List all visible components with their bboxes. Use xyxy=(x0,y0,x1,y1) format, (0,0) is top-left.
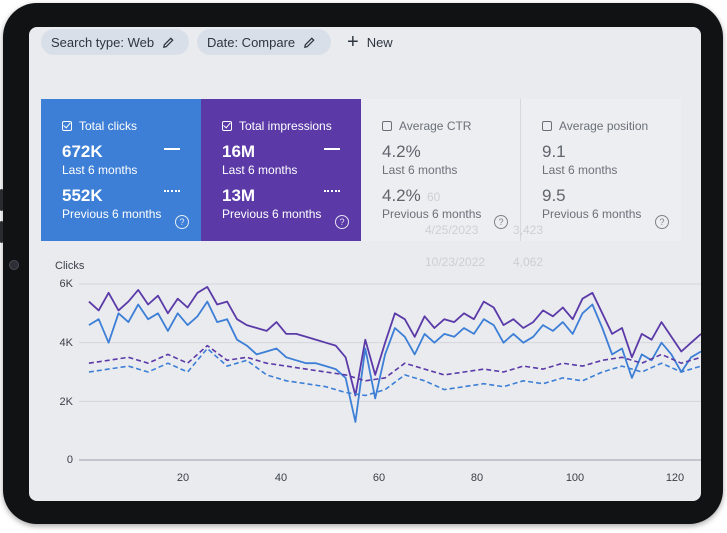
filter-bar: Search type: Web Date: Compare + New xyxy=(29,27,701,61)
edit-pencil-icon xyxy=(304,36,315,48)
total-impressions-card[interactable]: Total impressions 16M Last 6 months 13M … xyxy=(201,99,361,241)
chart-plot-area xyxy=(79,283,701,461)
plus-icon: + xyxy=(347,31,359,53)
metric-value: 16M xyxy=(222,142,256,161)
clicks-chart: Clicks 6K 4K 2K 0 20 40 60 80 100 120 xyxy=(29,255,701,501)
screen: Search type: Web Date: Compare + New Tot… xyxy=(29,27,701,501)
ghost-date: 4/25/2023 xyxy=(425,223,479,237)
camera-icon xyxy=(9,260,19,270)
card-title: Average CTR xyxy=(399,119,472,133)
help-icon[interactable]: ? xyxy=(655,215,669,229)
metric-period: Last 6 months xyxy=(62,163,138,177)
series-line-4 xyxy=(88,347,701,397)
metric-period: Last 6 months xyxy=(222,163,298,177)
dotted-line-legend-icon xyxy=(324,190,340,192)
metric-period: Last 6 months xyxy=(542,163,618,177)
side-button xyxy=(0,189,3,211)
edit-pencil-icon xyxy=(163,36,174,48)
metric-period: Last 6 months xyxy=(382,163,458,177)
average-ctr-card[interactable]: Average CTR 4.2% Last 6 months 4.2% Prev… xyxy=(361,99,521,241)
new-label: New xyxy=(366,34,393,50)
solid-line-legend-icon xyxy=(164,148,180,150)
help-icon[interactable]: ? xyxy=(335,215,349,229)
checkbox-icon[interactable] xyxy=(62,121,72,131)
ghost-text: 60 xyxy=(427,190,441,204)
checkbox-icon[interactable] xyxy=(222,121,232,131)
metric-value: 672K xyxy=(62,142,103,161)
date-filter-label: Date: Compare xyxy=(207,34,296,50)
metric-prev-value: 4.2% xyxy=(382,186,421,205)
metric-prev-value: 9.5 xyxy=(542,186,566,205)
total-clicks-card[interactable]: Total clicks 672K Last 6 months 552K Pre… xyxy=(41,99,201,241)
metric-prev-value: 552K xyxy=(62,186,103,205)
search-type-filter[interactable]: Search type: Web xyxy=(41,29,189,55)
help-icon[interactable]: ? xyxy=(175,215,189,229)
metric-prev-value: 13M xyxy=(222,186,256,205)
metric-value: 4.2% xyxy=(382,142,421,161)
date-filter[interactable]: Date: Compare xyxy=(197,29,331,55)
card-title: Total clicks xyxy=(79,119,138,133)
series-line-2 xyxy=(88,300,701,423)
help-icon[interactable]: ? xyxy=(494,215,508,229)
card-title: Average position xyxy=(559,119,649,133)
new-filter-button[interactable]: + New xyxy=(347,29,393,55)
dotted-line-legend-icon xyxy=(164,190,180,192)
series-line-3 xyxy=(88,344,701,382)
series-line-1 xyxy=(88,285,701,397)
metric-cards: Total clicks 672K Last 6 months 552K Pre… xyxy=(41,99,691,241)
ghost-value: 3,423 xyxy=(513,223,544,237)
metric-value: 9.1 xyxy=(542,142,566,161)
solid-line-legend-icon xyxy=(324,148,340,150)
search-type-label: Search type: Web xyxy=(51,34,155,50)
average-position-card[interactable]: Average position 9.1 Last 6 months 9.5 P… xyxy=(521,99,681,241)
side-button xyxy=(0,221,3,243)
checkbox-icon[interactable] xyxy=(542,121,552,131)
checkbox-icon[interactable] xyxy=(382,121,392,131)
tablet-frame: Search type: Web Date: Compare + New Tot… xyxy=(0,3,723,524)
card-title: Total impressions xyxy=(239,119,332,133)
